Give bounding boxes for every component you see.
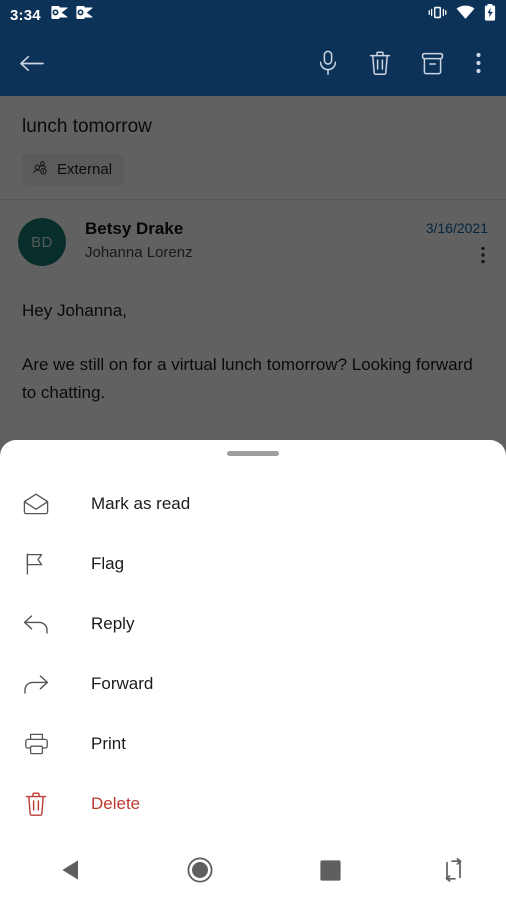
menu-item-reply[interactable]: Reply — [0, 594, 506, 654]
phone-screen: lunch tomorrow External BD — [0, 0, 506, 900]
status-system-icons — [428, 4, 496, 26]
menu-item-label: Print — [91, 734, 126, 753]
action-menu: Mark as read Flag Reply Forward Print De… — [0, 466, 506, 834]
triangle-back-icon — [59, 858, 81, 887]
wifi-icon — [456, 5, 475, 25]
sheet-handle-area[interactable] — [0, 440, 506, 466]
menu-item-print[interactable]: Print — [0, 714, 506, 774]
nav-home-button[interactable] — [140, 857, 260, 888]
nav-recents-button[interactable] — [260, 859, 400, 887]
menu-item-label: Reply — [91, 614, 135, 633]
printer-icon — [22, 730, 50, 758]
status-bar: 3:34 — [0, 0, 506, 30]
archive-button[interactable] — [406, 37, 458, 89]
nav-rotate-button[interactable] — [400, 858, 506, 887]
back-button[interactable] — [18, 37, 58, 89]
outlook-notification-icon — [51, 5, 68, 25]
square-recents-icon — [319, 859, 342, 887]
circle-home-icon — [187, 857, 213, 888]
envelope-open-icon — [22, 490, 50, 518]
nav-back-button[interactable] — [0, 858, 140, 887]
trash-icon — [22, 790, 50, 818]
android-navigation-bar — [0, 845, 506, 900]
reply-arrow-icon — [22, 610, 50, 638]
menu-item-mark-as-read[interactable]: Mark as read — [0, 474, 506, 534]
menu-item-label: Forward — [91, 674, 154, 693]
flag-icon — [22, 550, 50, 578]
dictate-button[interactable] — [302, 37, 354, 89]
status-notification-icons — [51, 5, 93, 25]
menu-item-flag[interactable]: Flag — [0, 534, 506, 594]
battery-charging-icon — [484, 4, 496, 26]
more-options-button[interactable] — [458, 37, 498, 89]
delete-button[interactable] — [354, 37, 406, 89]
forward-arrow-icon — [22, 670, 50, 698]
bottom-sheet: Mark as read Flag Reply Forward Print De… — [0, 440, 506, 845]
menu-item-label: Mark as read — [91, 494, 191, 513]
vibrate-icon — [428, 5, 447, 25]
menu-item-label: Flag — [91, 554, 125, 573]
menu-item-delete[interactable]: Delete — [0, 774, 506, 834]
drag-handle[interactable] — [227, 450, 279, 456]
menu-item-forward[interactable]: Forward — [0, 654, 506, 714]
status-clock: 3:34 — [10, 6, 41, 24]
outlook-notification-icon — [76, 5, 93, 25]
toolbar-actions — [302, 37, 498, 89]
app-toolbar — [0, 30, 506, 96]
rotate-screen-icon — [443, 858, 464, 887]
menu-item-label: Delete — [91, 794, 141, 813]
